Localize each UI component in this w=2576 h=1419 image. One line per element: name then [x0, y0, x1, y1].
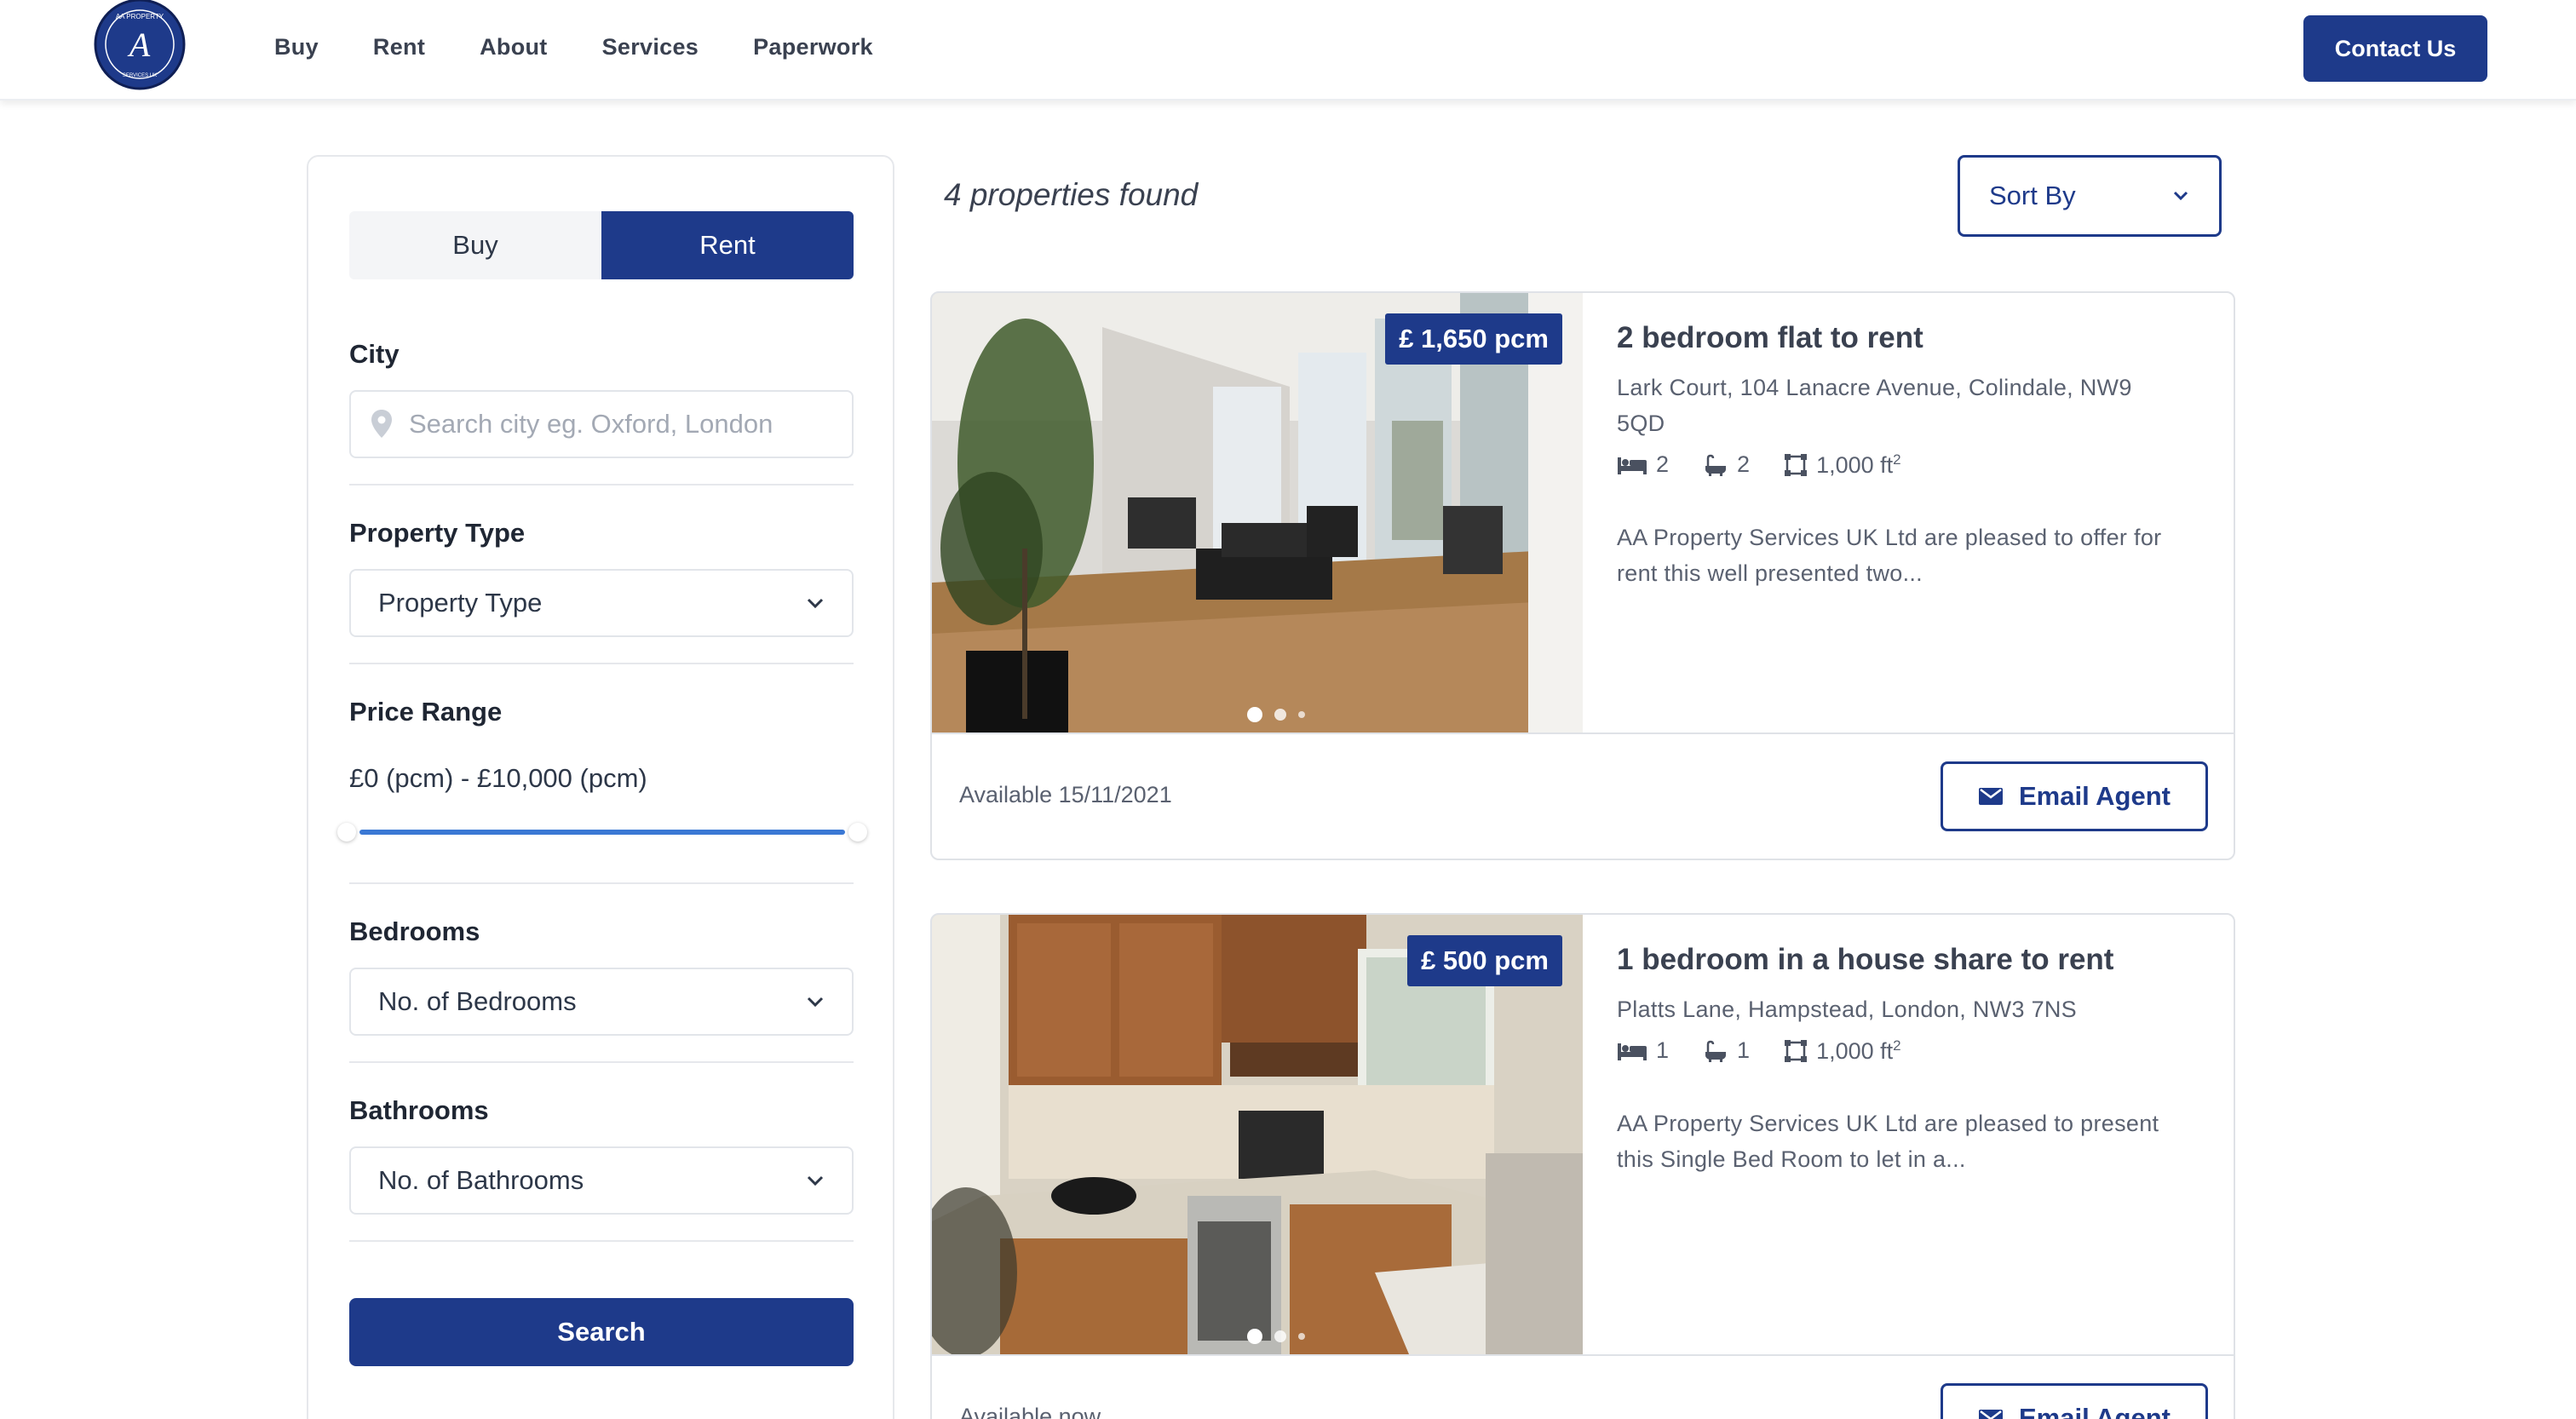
email-agent-button[interactable]: Email Agent: [1941, 761, 2208, 831]
listing-title[interactable]: 2 bedroom flat to rent: [1617, 319, 2179, 358]
divider: [349, 663, 854, 664]
email-agent-label: Email Agent: [2019, 781, 2171, 811]
price-range-slider[interactable]: [359, 830, 845, 835]
property-card[interactable]: £ 1,650 pcm 2 bedroom flat to rent Lark …: [930, 291, 2235, 860]
beds-count: 2: [1656, 451, 1670, 477]
divider: [349, 1240, 854, 1242]
floor-area-icon: [1785, 1039, 1808, 1062]
city-placeholder: Search city eg. Oxford, London: [409, 409, 773, 439]
search-button[interactable]: Search: [349, 1298, 854, 1366]
listing-address: Lark Court, 104 Lanacre Avenue, Colindal…: [1617, 374, 2132, 436]
bedrooms-select[interactable]: No. of Bedrooms: [349, 968, 854, 1036]
contact-us-button[interactable]: Contact Us: [2303, 15, 2487, 82]
nav-buy[interactable]: Buy: [274, 34, 319, 60]
nav-paperwork[interactable]: Paperwork: [753, 34, 873, 60]
bedrooms-label: Bedrooms: [349, 916, 480, 946]
chevron-down-icon: [2173, 191, 2188, 201]
photo-carousel-dots[interactable]: [1247, 707, 1305, 722]
photo-carousel-dots[interactable]: [1247, 1329, 1305, 1344]
divider: [349, 484, 854, 485]
price-range-label: Price Range: [349, 697, 503, 727]
divider: [349, 882, 854, 884]
floor-area: 1,000 ft2: [1816, 1037, 1901, 1064]
availability-text: Available 15/11/2021: [959, 782, 1172, 807]
bath-icon: [1705, 454, 1727, 476]
property-photo[interactable]: £ 500 pcm: [932, 915, 1583, 1354]
property-card[interactable]: £ 500 pcm 1 bedroom in a house share to …: [930, 913, 2235, 1419]
property-type-value: Property Type: [378, 588, 543, 618]
price-range-text: £0 (pcm) - £10,000 (pcm): [349, 763, 647, 793]
beds-count: 1: [1656, 1037, 1670, 1063]
baths-count: 2: [1737, 451, 1751, 477]
price-max-handle[interactable]: [848, 823, 867, 842]
listing-description: AA Property Services UK Ltd are pleased …: [1617, 1110, 2159, 1172]
chevron-down-icon: [807, 997, 824, 1008]
divider: [349, 1061, 854, 1063]
email-agent-label: Email Agent: [2019, 1403, 2171, 1419]
sort-by-select[interactable]: Sort By: [1958, 155, 2222, 237]
nav-services[interactable]: Services: [602, 34, 699, 60]
site-header: A AA PROPERTY SERVICES UK Buy Rent About…: [0, 0, 2576, 101]
listing-address: Platts Lane, Hampstead, London, NW3 7NS: [1617, 996, 2077, 1022]
bed-icon: [1618, 1043, 1647, 1060]
buy-rent-toggle: Buy Rent: [349, 211, 854, 279]
svg-text:A: A: [127, 26, 151, 64]
envelope-icon: [1979, 788, 2003, 805]
bed-icon: [1618, 457, 1647, 474]
svg-text:AA PROPERTY: AA PROPERTY: [116, 13, 164, 20]
listing-title[interactable]: 1 bedroom in a house share to rent: [1617, 940, 2179, 980]
baths-count: 1: [1737, 1037, 1751, 1063]
listing-info: 2 bedroom flat to rent Lark Court, 104 L…: [1617, 319, 2179, 591]
toggle-buy-button[interactable]: Buy: [349, 211, 601, 279]
price-badge: £ 500 pcm: [1407, 935, 1562, 986]
svg-text:SERVICES UK: SERVICES UK: [123, 73, 157, 78]
property-type-select[interactable]: Property Type: [349, 569, 854, 637]
bathrooms-value: No. of Bathrooms: [378, 1165, 584, 1195]
listing-info: 1 bedroom in a house share to rent Platt…: [1617, 940, 2179, 1177]
price-badge: £ 1,650 pcm: [1385, 313, 1562, 365]
main-nav: Buy Rent About Services Paperwork: [274, 34, 873, 60]
sort-by-label: Sort By: [1989, 181, 2076, 210]
listing-features: 1 1 1,000 ft2: [1617, 1037, 2179, 1065]
chevron-down-icon: [807, 1175, 824, 1186]
bedrooms-value: No. of Bedrooms: [378, 986, 577, 1016]
bathrooms-label: Bathrooms: [349, 1095, 489, 1125]
nav-about[interactable]: About: [480, 34, 547, 60]
bath-icon: [1705, 1040, 1727, 1062]
city-label: City: [349, 339, 400, 369]
envelope-icon: [1979, 1410, 2003, 1419]
property-photo[interactable]: £ 1,650 pcm: [932, 293, 1583, 732]
location-pin-icon: [371, 410, 392, 438]
card-footer: Available now Email Agent: [932, 1354, 2234, 1419]
city-search-input[interactable]: Search city eg. Oxford, London: [349, 390, 854, 458]
floor-area-icon: [1785, 453, 1808, 476]
bathrooms-select[interactable]: No. of Bathrooms: [349, 1146, 854, 1215]
toggle-rent-button[interactable]: Rent: [601, 211, 854, 279]
company-logo[interactable]: A AA PROPERTY SERVICES UK: [89, 0, 191, 92]
listing-description: AA Property Services UK Ltd are pleased …: [1617, 524, 2162, 586]
chevron-down-icon: [807, 598, 824, 609]
price-min-handle[interactable]: [337, 823, 356, 842]
card-footer: Available 15/11/2021 Email Agent: [932, 732, 2234, 859]
floor-area: 1,000 ft2: [1816, 451, 1901, 478]
availability-text: Available now: [959, 1404, 1101, 1419]
nav-rent[interactable]: Rent: [373, 34, 425, 60]
results-count: 4 properties found: [944, 177, 1199, 212]
email-agent-button[interactable]: Email Agent: [1941, 1383, 2208, 1419]
listing-features: 2 2 1,000 ft2: [1617, 451, 2179, 479]
property-type-label: Property Type: [349, 518, 526, 548]
filter-panel: Buy Rent City Search city eg. Oxford, Lo…: [307, 155, 894, 1419]
